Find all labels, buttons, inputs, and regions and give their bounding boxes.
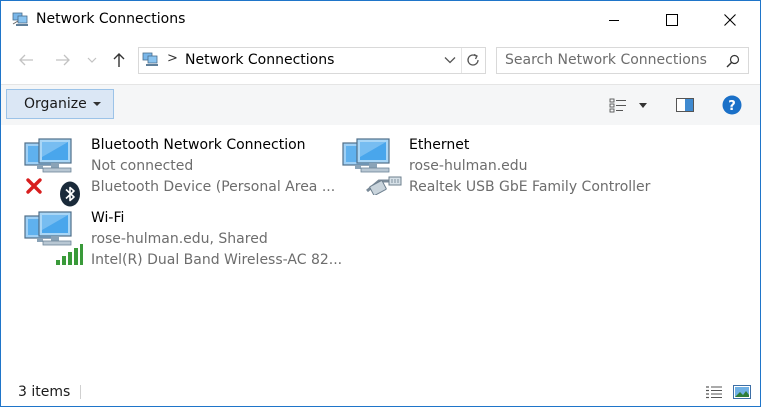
bluetooth-network-icon bbox=[23, 137, 85, 207]
large-icons-view-button[interactable] bbox=[732, 383, 752, 401]
close-button[interactable] bbox=[701, 1, 759, 39]
help-button[interactable]: ? bbox=[721, 94, 743, 116]
address-bar[interactable]: > Network Connections bbox=[138, 47, 486, 74]
ethernet-cable-icon bbox=[366, 176, 402, 195]
address-history-dropdown[interactable] bbox=[441, 50, 459, 70]
search-box[interactable] bbox=[496, 47, 749, 74]
connections-list: Bluetooth Network Connection Not connect… bbox=[1, 125, 760, 377]
help-icon: ? bbox=[722, 95, 742, 115]
breadcrumb-separator[interactable]: > bbox=[167, 51, 178, 66]
window-title: Network Connections bbox=[36, 11, 186, 27]
organize-label: Organize bbox=[24, 96, 87, 112]
list-item-bluetooth-network-connection[interactable]: Bluetooth Network Connection Not connect… bbox=[23, 137, 336, 207]
wifi-signal-bars-icon bbox=[56, 244, 83, 265]
list-item-wifi[interactable]: Wi-Fi rose-hulman.edu, Shared Intel(R) D… bbox=[23, 210, 342, 274]
status-divider bbox=[80, 385, 81, 399]
view-options-dropdown[interactable] bbox=[635, 94, 651, 116]
status-bar: 3 items bbox=[1, 378, 760, 406]
connection-device: Realtek USB GbE Family Controller bbox=[409, 179, 651, 195]
connection-name: Bluetooth Network Connection bbox=[91, 137, 306, 153]
caret-down-icon bbox=[639, 102, 647, 108]
search-icon[interactable] bbox=[723, 51, 743, 71]
minimize-button[interactable] bbox=[585, 1, 643, 39]
connection-device: Bluetooth Device (Personal Area ... bbox=[91, 179, 336, 195]
details-view-button[interactable] bbox=[704, 383, 724, 401]
refresh-button[interactable] bbox=[462, 49, 484, 71]
chevron-down-icon bbox=[444, 57, 456, 64]
search-input[interactable] bbox=[505, 51, 715, 69]
connection-status: Not connected bbox=[91, 158, 194, 174]
connection-name: Ethernet bbox=[409, 137, 470, 153]
large-icons-view-icon bbox=[733, 385, 751, 399]
forward-arrow-icon bbox=[56, 54, 70, 66]
network-connections-icon bbox=[142, 51, 160, 69]
up-button[interactable] bbox=[108, 49, 130, 71]
ethernet-network-icon bbox=[341, 137, 403, 199]
chevron-down-icon bbox=[87, 57, 97, 63]
disconnected-x-icon bbox=[26, 178, 42, 194]
network-connections-icon bbox=[12, 11, 30, 29]
item-count: 3 items bbox=[18, 384, 71, 400]
details-view-icon bbox=[609, 98, 626, 113]
minimize-icon bbox=[609, 20, 619, 21]
list-item-ethernet[interactable]: Ethernet rose-hulman.edu Realtek USB GbE… bbox=[341, 137, 651, 201]
breadcrumb-network-connections[interactable]: Network Connections bbox=[185, 52, 334, 68]
title-bar[interactable]: Network Connections bbox=[1, 1, 760, 39]
recent-locations-button[interactable] bbox=[84, 49, 100, 71]
connection-status: rose-hulman.edu, Shared bbox=[91, 231, 268, 247]
close-icon bbox=[724, 14, 736, 26]
connection-device: Intel(R) Dual Band Wireless-AC 82... bbox=[91, 252, 343, 268]
maximize-icon bbox=[666, 14, 678, 26]
wifi-network-icon bbox=[23, 210, 85, 272]
command-bar: Organize ? bbox=[1, 84, 760, 126]
preview-pane-button[interactable] bbox=[674, 94, 696, 116]
connection-name: Wi-Fi bbox=[91, 210, 125, 226]
connection-status: rose-hulman.edu bbox=[409, 158, 528, 174]
organize-button[interactable]: Organize bbox=[6, 89, 114, 119]
explorer-window: Network Connections > Network Connection… bbox=[0, 0, 761, 407]
maximize-button[interactable] bbox=[643, 1, 701, 39]
back-button[interactable] bbox=[15, 49, 37, 71]
refresh-icon bbox=[467, 53, 479, 66]
up-arrow-icon bbox=[113, 53, 125, 67]
back-arrow-icon bbox=[19, 54, 33, 66]
svg-text:?: ? bbox=[728, 99, 736, 114]
caret-down-icon bbox=[92, 102, 101, 106]
change-view-button[interactable] bbox=[607, 94, 629, 116]
forward-button[interactable] bbox=[52, 49, 74, 71]
preview-pane-icon bbox=[676, 98, 694, 112]
details-view-icon bbox=[706, 386, 722, 399]
bluetooth-icon bbox=[60, 181, 80, 207]
